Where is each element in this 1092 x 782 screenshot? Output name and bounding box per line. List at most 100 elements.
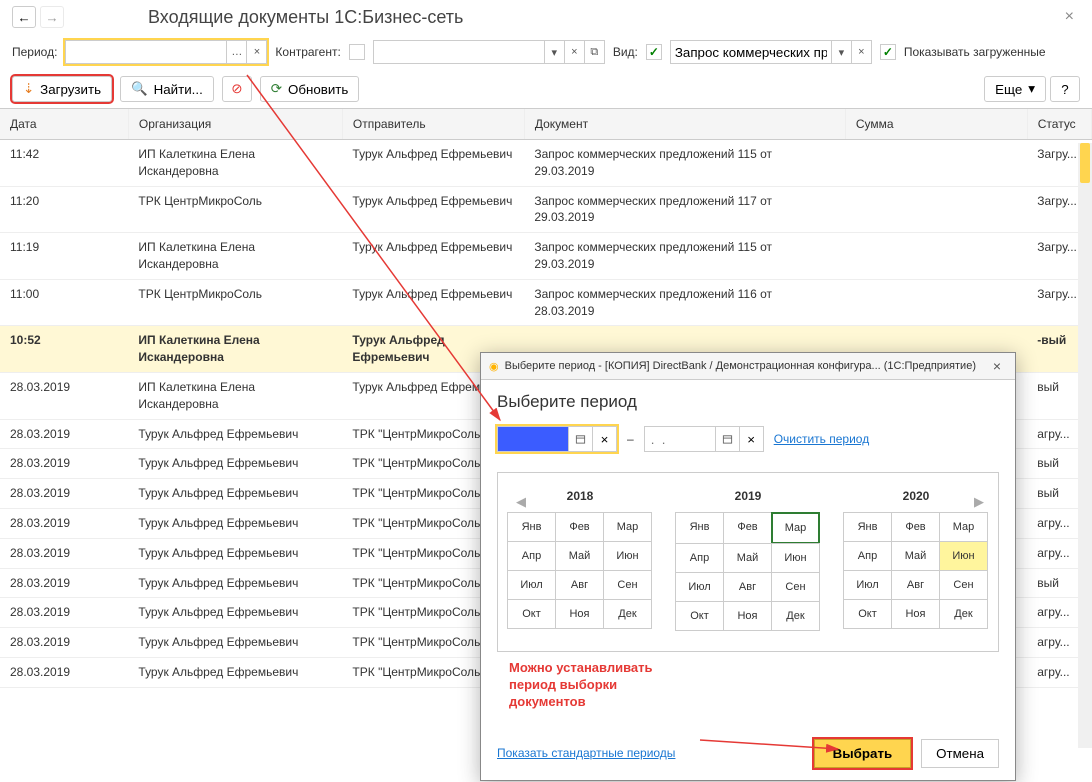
scrollbar-thumb[interactable]: [1080, 143, 1090, 183]
date-to-input[interactable]: [645, 427, 715, 451]
cell-org: ИП Калеткина Елена Искандеровна: [128, 140, 342, 187]
period-input[interactable]: [66, 41, 226, 63]
view-checkbox[interactable]: [646, 44, 662, 60]
month-cell[interactable]: Май: [723, 543, 772, 573]
view-clear-button[interactable]: ×: [851, 41, 871, 63]
contragent-open-button[interactable]: ⧉: [584, 41, 604, 63]
date-from-calendar-button[interactable]: [568, 427, 592, 451]
clear-period-link[interactable]: Очистить период: [774, 432, 870, 446]
view-field[interactable]: ▾ ×: [670, 40, 872, 64]
month-cell[interactable]: Июн: [939, 541, 988, 571]
date-from-input[interactable]: [498, 427, 568, 451]
month-cell[interactable]: Авг: [891, 570, 940, 600]
month-cell[interactable]: Янв: [507, 512, 556, 542]
view-input[interactable]: [671, 41, 831, 63]
col-doc[interactable]: Документ: [524, 109, 845, 140]
nav-forward-button[interactable]: →: [40, 6, 64, 28]
month-cell[interactable]: Фев: [555, 512, 604, 542]
period-clear-button[interactable]: ×: [246, 41, 266, 63]
month-cell[interactable]: Дек: [771, 601, 820, 631]
cell-org: Турук Альфред Ефремьевич: [128, 419, 342, 449]
month-cell[interactable]: Июн: [603, 541, 652, 571]
filter-bar: Период: … × Контрагент: ▾ × ⧉ Вид: ▾ × П…: [0, 34, 1092, 70]
cell-date: 28.03.2019: [0, 372, 128, 419]
contragent-dropdown-button[interactable]: ▾: [544, 41, 564, 63]
month-cell[interactable]: Апр: [675, 543, 724, 573]
scrollbar[interactable]: [1078, 143, 1092, 748]
month-cell[interactable]: Апр: [507, 541, 556, 571]
select-button[interactable]: Выбрать: [814, 739, 912, 768]
month-cell[interactable]: Фев: [723, 512, 772, 544]
dialog-close-button[interactable]: ×: [987, 357, 1007, 375]
col-status[interactable]: Статус: [1027, 109, 1091, 140]
month-cell[interactable]: Авг: [723, 572, 772, 602]
load-button[interactable]: ⇣ Загрузить: [12, 76, 112, 102]
month-cell[interactable]: Авг: [555, 570, 604, 600]
month-cell[interactable]: Май: [555, 541, 604, 571]
year-label[interactable]: 2019: [676, 489, 820, 503]
table-row[interactable]: 11:42ИП Калеткина Елена ИскандеровнаТуру…: [0, 140, 1092, 187]
month-cell[interactable]: Июл: [843, 570, 892, 600]
show-loaded-checkbox[interactable]: [880, 44, 896, 60]
year-label[interactable]: 2018: [508, 489, 652, 503]
date-to-clear-button[interactable]: ×: [739, 427, 763, 451]
month-cell[interactable]: Мар: [603, 512, 652, 542]
month-cell[interactable]: Сен: [603, 570, 652, 600]
month-cell[interactable]: Мар: [939, 512, 988, 542]
contragent-checkbox[interactable]: [349, 44, 365, 60]
table-row[interactable]: 11:20ТРК ЦентрМикроСольТурук Альфред Ефр…: [0, 186, 1092, 233]
month-cell[interactable]: Фев: [891, 512, 940, 542]
find-button[interactable]: 🔍 Найти...: [120, 76, 214, 102]
dialog-titlebar[interactable]: ◉ Выберите период - [КОПИЯ] DirectBank /…: [481, 353, 1015, 380]
cancel-search-icon: ⊘: [231, 81, 242, 97]
month-cell[interactable]: Июл: [507, 570, 556, 600]
date-from-clear-button[interactable]: ×: [592, 427, 616, 451]
month-cell[interactable]: Ноя: [891, 599, 940, 629]
help-button[interactable]: ?: [1050, 76, 1080, 102]
month-cell[interactable]: Дек: [603, 599, 652, 629]
standard-periods-link[interactable]: Показать стандартные периоды: [497, 746, 675, 760]
contragent-input[interactable]: [374, 41, 544, 63]
clear-search-button[interactable]: ⊘: [222, 76, 252, 102]
month-cell[interactable]: Апр: [843, 541, 892, 571]
month-cell[interactable]: Дек: [939, 599, 988, 629]
month-cell[interactable]: Мар: [771, 512, 820, 544]
col-org[interactable]: Организация: [128, 109, 342, 140]
year-next-button[interactable]: ▶: [968, 493, 986, 511]
col-date[interactable]: Дата: [0, 109, 128, 140]
month-cell[interactable]: Ноя: [723, 601, 772, 631]
view-dropdown-button[interactable]: ▾: [831, 41, 851, 63]
more-button[interactable]: Еще ▾: [984, 76, 1046, 102]
nav-back-button[interactable]: ←: [12, 6, 36, 28]
contragent-clear-button[interactable]: ×: [564, 41, 584, 63]
month-cell[interactable]: Май: [891, 541, 940, 571]
period-dropdown-button[interactable]: …: [226, 41, 246, 63]
date-to-calendar-button[interactable]: [715, 427, 739, 451]
month-cell[interactable]: Июл: [675, 572, 724, 602]
cancel-button[interactable]: Отмена: [921, 739, 999, 768]
date-from-field[interactable]: ×: [497, 426, 617, 452]
period-field[interactable]: … ×: [65, 40, 267, 64]
cell-date: 11:42: [0, 140, 128, 187]
col-sum[interactable]: Сумма: [845, 109, 1027, 140]
month-cell[interactable]: Июн: [771, 543, 820, 573]
year-label[interactable]: 2020: [844, 489, 988, 503]
table-row[interactable]: 11:00ТРК ЦентрМикроСольТурук Альфред Ефр…: [0, 279, 1092, 326]
month-cell[interactable]: Окт: [843, 599, 892, 629]
cell-sum: [845, 233, 1027, 280]
close-icon[interactable]: ×: [1059, 7, 1080, 27]
col-sender[interactable]: Отправитель: [342, 109, 524, 140]
year-prev-button[interactable]: ◀: [510, 493, 528, 511]
date-to-field[interactable]: ×: [644, 426, 764, 452]
table-row[interactable]: 11:19ИП Калеткина Елена ИскандеровнаТуру…: [0, 233, 1092, 280]
month-cell[interactable]: Янв: [675, 512, 724, 544]
contragent-field[interactable]: ▾ × ⧉: [373, 40, 605, 64]
month-cell[interactable]: Янв: [843, 512, 892, 542]
month-cell[interactable]: Сен: [771, 572, 820, 602]
month-cell[interactable]: Окт: [507, 599, 556, 629]
month-cell[interactable]: Окт: [675, 601, 724, 631]
month-cell[interactable]: Ноя: [555, 599, 604, 629]
refresh-button[interactable]: ⟳ Обновить: [260, 76, 360, 102]
contragent-label: Контрагент:: [275, 45, 340, 59]
month-cell[interactable]: Сен: [939, 570, 988, 600]
